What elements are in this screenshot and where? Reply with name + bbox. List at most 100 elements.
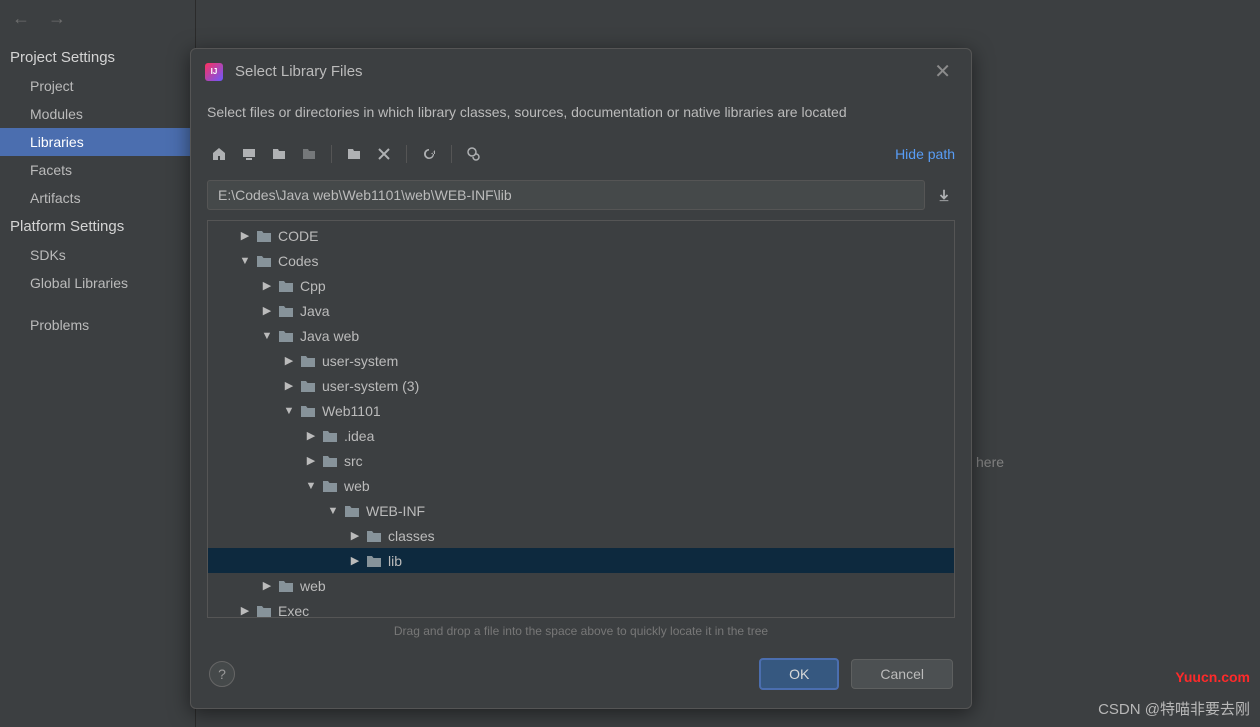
chevron-down-icon[interactable]: ▼	[238, 255, 252, 267]
sidebar-item-facets[interactable]: Facets	[0, 156, 195, 184]
tree-row[interactable]: ▼ Web1101	[208, 398, 954, 423]
tree-label: src	[344, 453, 363, 469]
folder-icon	[278, 304, 294, 318]
project-settings-header: Project Settings	[0, 43, 195, 72]
chevron-right-icon[interactable]: ▶	[260, 279, 274, 292]
tree-row[interactable]: ▶ web	[208, 573, 954, 598]
chevron-down-icon[interactable]: ▼	[260, 330, 274, 342]
chevron-right-icon[interactable]: ▶	[304, 429, 318, 442]
tree-label: Exec	[278, 603, 309, 618]
module-icon[interactable]	[297, 142, 321, 166]
folder-icon	[300, 404, 316, 418]
folder-icon	[366, 554, 382, 568]
dialog-subtitle: Select files or directories in which lib…	[191, 94, 971, 134]
folder-icon	[322, 454, 338, 468]
watermark-yuucn: Yuucn.com	[1175, 669, 1250, 685]
tree-row[interactable]: ▼ web	[208, 473, 954, 498]
path-input[interactable]	[207, 180, 925, 210]
tree-label: classes	[388, 528, 435, 544]
ok-button[interactable]: OK	[759, 658, 839, 690]
tree-label: user-system (3)	[322, 378, 419, 394]
tree-label: Codes	[278, 253, 318, 269]
tree-label: Web1101	[322, 403, 381, 419]
chevron-down-icon[interactable]: ▼	[326, 505, 340, 517]
folder-icon	[300, 379, 316, 393]
chevron-right-icon[interactable]: ▶	[304, 454, 318, 467]
drag-hint: Drag and drop a file into the space abov…	[191, 618, 971, 644]
sidebar-item-libraries[interactable]: Libraries	[0, 128, 195, 156]
intellij-icon	[205, 63, 223, 81]
file-tree-scroll[interactable]: ▶ CODE ▼ Codes ▶ Cpp ▶ Java ▼ Java web ▶ user-syste…	[208, 221, 954, 617]
folder-icon	[256, 254, 272, 268]
cancel-button[interactable]: Cancel	[851, 659, 953, 689]
tree-label: lib	[388, 553, 402, 569]
tree-row[interactable]: ▶ CODE	[208, 223, 954, 248]
tree-row[interactable]: ▶ user-system	[208, 348, 954, 373]
refresh-icon[interactable]	[417, 142, 441, 166]
platform-settings-header: Platform Settings	[0, 212, 195, 241]
forward-arrow-icon[interactable]: →	[48, 8, 66, 29]
tree-row[interactable]: ▶ Cpp	[208, 273, 954, 298]
sidebar-item-project[interactable]: Project	[0, 72, 195, 100]
tree-label: Cpp	[300, 278, 326, 294]
sidebar-item-artifacts[interactable]: Artifacts	[0, 184, 195, 212]
folder-icon	[300, 354, 316, 368]
home-icon[interactable]	[207, 142, 231, 166]
tree-label: CODE	[278, 228, 318, 244]
hide-path-link[interactable]: Hide path	[895, 146, 955, 162]
chevron-right-icon[interactable]: ▶	[238, 604, 252, 617]
tree-label: WEB-INF	[366, 503, 425, 519]
folder-icon	[278, 329, 294, 343]
tree-label: user-system	[322, 353, 398, 369]
tree-row[interactable]: ▶ user-system (3)	[208, 373, 954, 398]
folder-icon	[278, 579, 294, 593]
chevron-right-icon[interactable]: ▶	[260, 579, 274, 592]
sidebar-item-problems[interactable]: Problems	[0, 311, 195, 339]
tree-row[interactable]: ▶ Java	[208, 298, 954, 323]
tree-label: Java	[300, 303, 330, 319]
chevron-right-icon[interactable]: ▶	[282, 354, 296, 367]
drop-hint-text: here	[976, 454, 1004, 470]
help-icon[interactable]: ?	[209, 661, 235, 687]
back-arrow-icon[interactable]: ←	[12, 8, 30, 29]
folder-icon	[278, 279, 294, 293]
settings-sidebar: ← → Project Settings ProjectModulesLibra…	[0, 0, 195, 727]
folder-icon	[322, 429, 338, 443]
chevron-down-icon[interactable]: ▼	[282, 405, 296, 417]
new-folder-icon[interactable]	[342, 142, 366, 166]
folder-icon	[322, 479, 338, 493]
sidebar-item-global-libraries[interactable]: Global Libraries	[0, 269, 195, 297]
tree-label: .idea	[344, 428, 374, 444]
tree-row[interactable]: ▶ classes	[208, 523, 954, 548]
select-library-dialog: Select Library Files ✕ Select files or d…	[190, 48, 972, 709]
file-tree: ▶ CODE ▼ Codes ▶ Cpp ▶ Java ▼ Java web ▶ user-syste…	[207, 220, 955, 618]
dialog-title: Select Library Files	[235, 63, 928, 80]
delete-icon[interactable]	[372, 142, 396, 166]
chevron-right-icon[interactable]: ▶	[348, 529, 362, 542]
sidebar-item-modules[interactable]: Modules	[0, 100, 195, 128]
tree-label: web	[344, 478, 370, 494]
project-icon[interactable]	[267, 142, 291, 166]
chevron-right-icon[interactable]: ▶	[238, 229, 252, 242]
chevron-down-icon[interactable]: ▼	[304, 480, 318, 492]
folder-icon	[256, 229, 272, 243]
tree-row[interactable]: ▶ lib	[208, 548, 954, 573]
folder-icon	[256, 604, 272, 618]
tree-row[interactable]: ▶ .idea	[208, 423, 954, 448]
tree-label: Java web	[300, 328, 359, 344]
path-history-icon[interactable]	[933, 180, 955, 210]
tree-label: web	[300, 578, 326, 594]
tree-row[interactable]: ▶ Exec	[208, 598, 954, 617]
close-icon[interactable]: ✕	[928, 59, 957, 84]
chevron-right-icon[interactable]: ▶	[260, 304, 274, 317]
show-hidden-icon[interactable]	[462, 142, 486, 166]
tree-row[interactable]: ▶ src	[208, 448, 954, 473]
chevron-right-icon[interactable]: ▶	[348, 554, 362, 567]
sidebar-item-sdks[interactable]: SDKs	[0, 241, 195, 269]
folder-icon	[344, 504, 360, 518]
tree-row[interactable]: ▼ WEB-INF	[208, 498, 954, 523]
desktop-icon[interactable]	[237, 142, 261, 166]
tree-row[interactable]: ▼ Java web	[208, 323, 954, 348]
chevron-right-icon[interactable]: ▶	[282, 379, 296, 392]
tree-row[interactable]: ▼ Codes	[208, 248, 954, 273]
